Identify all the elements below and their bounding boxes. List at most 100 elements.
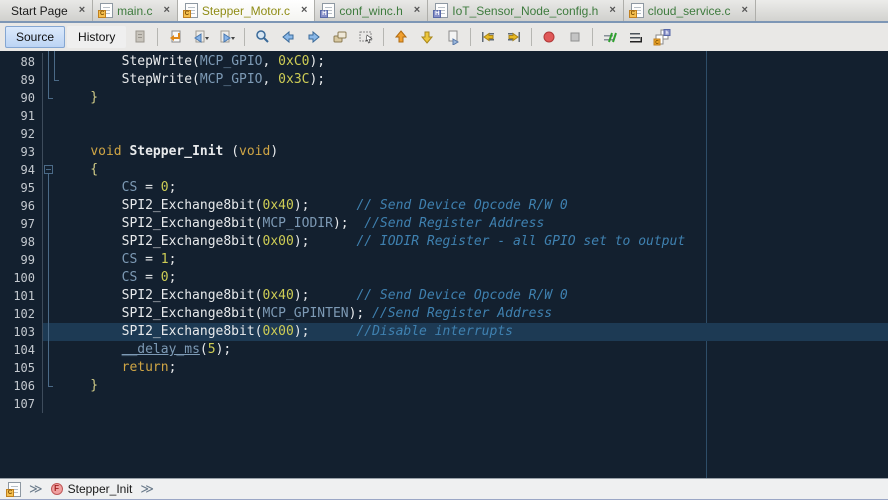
close-tab-button[interactable]: × (301, 5, 307, 16)
code-line-101[interactable]: 101 SPI2_Exchange8bit(0x40); // Send Dev… (0, 287, 888, 305)
file-icon-line (188, 7, 195, 8)
close-tab-button[interactable]: × (742, 5, 748, 16)
shift-line-left-button[interactable] (476, 26, 500, 48)
find-selection-button[interactable] (250, 26, 274, 48)
versioning-diff-button[interactable] (128, 26, 152, 48)
code-line-89[interactable]: 89 StepWrite(MCP_GPIO, 0x3C); (0, 71, 888, 89)
c-file-icon: C (100, 3, 113, 18)
code-editor[interactable]: 88 StepWrite(MCP_GPIO, 0xC0);89 StepWrit… (0, 51, 888, 478)
code-line-95[interactable]: 95 CS = 0; (0, 179, 888, 197)
code-token: StepWrite( (59, 72, 200, 87)
tab-stepper-motor-c[interactable]: CStepper_Motor.c× (178, 0, 316, 21)
tab-main-c[interactable]: Cmain.c× (93, 0, 178, 21)
find-next-icon (306, 29, 322, 45)
toggle-highlight-search-button[interactable] (328, 26, 352, 48)
line-number[interactable]: 88 (0, 53, 43, 71)
close-tab-button[interactable]: × (609, 5, 615, 16)
code-token (59, 144, 90, 159)
line-number[interactable]: 99 (0, 251, 43, 269)
fold-guide-corner (54, 80, 59, 81)
code-line-105[interactable]: 105 return; (0, 359, 888, 377)
source-view-button[interactable]: Source (5, 26, 65, 48)
line-number[interactable]: 91 (0, 107, 43, 125)
previous-bookmark-button[interactable] (389, 26, 413, 48)
code-line-93[interactable]: 93 void Stepper_Init (void) (0, 143, 888, 161)
code-line-91[interactable]: 91 (0, 107, 888, 125)
line-number[interactable]: 90 (0, 89, 43, 107)
tab-start-page[interactable]: Start Page× (0, 0, 93, 21)
code-line-92[interactable]: 92 (0, 125, 888, 143)
line-number[interactable]: 106 (0, 377, 43, 395)
line-number[interactable]: 105 (0, 359, 43, 377)
code-line-107[interactable]: 107 (0, 395, 888, 413)
line-number[interactable]: 96 (0, 197, 43, 215)
code-line-96[interactable]: 96 SPI2_Exchange8bit(0x40); // Send Devi… (0, 197, 888, 215)
navigate-back-button[interactable] (189, 26, 213, 48)
line-number[interactable]: 93 (0, 143, 43, 161)
line-number[interactable]: 100 (0, 269, 43, 287)
toggle-bookmark-button[interactable] (441, 26, 465, 48)
tab-cloud-service-c[interactable]: Ccloud_service.c× (624, 0, 756, 21)
code-line-text: return; (43, 359, 888, 377)
code-token: SPI2_Exchange8bit( (59, 306, 263, 321)
shift-line-right-button[interactable] (502, 26, 526, 48)
line-number[interactable]: 102 (0, 305, 43, 323)
code-token: void (90, 144, 121, 159)
code-token: 0 (161, 180, 169, 195)
rectangular-selection-button[interactable] (354, 26, 378, 48)
code-line-103[interactable]: 103 SPI2_Exchange8bit(0x00); //Disable i… (0, 323, 888, 341)
history-view-button[interactable]: History (67, 26, 126, 48)
stop-macro-recording-button[interactable] (563, 26, 587, 48)
c-file-icon: C (185, 3, 198, 18)
toolbar-separator (470, 28, 471, 46)
find-previous-button[interactable] (276, 26, 300, 48)
breadcrumb-item-stepper_init[interactable]: FStepper_Init (51, 482, 133, 496)
fold-collapse-box[interactable] (44, 165, 53, 174)
code-line-94[interactable]: 94 { (0, 161, 888, 179)
code-line-99[interactable]: 99 CS = 1; (0, 251, 888, 269)
breadcrumb: C≫FStepper_Init≫ (0, 478, 888, 500)
navigate-forward-button[interactable] (215, 26, 239, 48)
close-tab-button[interactable]: × (163, 5, 169, 16)
c-file-icon: C (631, 3, 644, 18)
code-token: } (59, 90, 98, 105)
line-number[interactable]: 97 (0, 215, 43, 233)
rectangular-selection-icon (358, 29, 374, 45)
svg-text:C: C (656, 40, 660, 46)
line-number[interactable]: 92 (0, 125, 43, 143)
uncomment-button[interactable] (624, 26, 648, 48)
breadcrumb-chevron-icon: ≫ (29, 481, 43, 497)
last-edit-location-button[interactable] (163, 26, 187, 48)
fold-guide-corner (48, 98, 53, 99)
close-tab-button[interactable]: × (79, 5, 85, 16)
find-next-button[interactable] (302, 26, 326, 48)
line-number[interactable]: 104 (0, 341, 43, 359)
tab-iot-sensor-node-config-h[interactable]: HIoT_Sensor_Node_config.h× (428, 0, 624, 21)
code-line-text: SPI2_Exchange8bit(MCP_IODIR); //Send Reg… (43, 215, 888, 233)
code-line-106[interactable]: 106 } (0, 377, 888, 395)
line-number[interactable]: 101 (0, 287, 43, 305)
line-number[interactable]: 107 (0, 395, 43, 413)
close-tab-button[interactable]: × (414, 5, 420, 16)
code-line-102[interactable]: 102 SPI2_Exchange8bit(MCP_GPINTEN); //Se… (0, 305, 888, 323)
code-token: 0 (161, 270, 169, 285)
code-line-98[interactable]: 98 SPI2_Exchange8bit(0x00); // IODIR Reg… (0, 233, 888, 251)
line-number[interactable]: 95 (0, 179, 43, 197)
code-line-88[interactable]: 88 StepWrite(MCP_GPIO, 0xC0); (0, 53, 888, 71)
code-token: void (239, 144, 270, 159)
code-token: 0x3C (278, 72, 309, 87)
next-bookmark-button[interactable] (415, 26, 439, 48)
toggle-header-source-button[interactable]: h C (650, 26, 674, 48)
code-line-97[interactable]: 97 SPI2_Exchange8bit(MCP_IODIR); //Send … (0, 215, 888, 233)
line-number[interactable]: 89 (0, 71, 43, 89)
code-line-104[interactable]: 104 __delay_ms(5); (0, 341, 888, 359)
code-token: //Disable interrupts (356, 324, 513, 339)
start-macro-recording-button[interactable] (537, 26, 561, 48)
comment-button[interactable] (598, 26, 622, 48)
line-number[interactable]: 98 (0, 233, 43, 251)
code-line-90[interactable]: 90 } (0, 89, 888, 107)
code-line-100[interactable]: 100 CS = 0; (0, 269, 888, 287)
line-number[interactable]: 94 (0, 161, 43, 179)
tab-conf-winc-h[interactable]: Hconf_winc.h× (315, 0, 428, 21)
line-number[interactable]: 103 (0, 323, 43, 341)
